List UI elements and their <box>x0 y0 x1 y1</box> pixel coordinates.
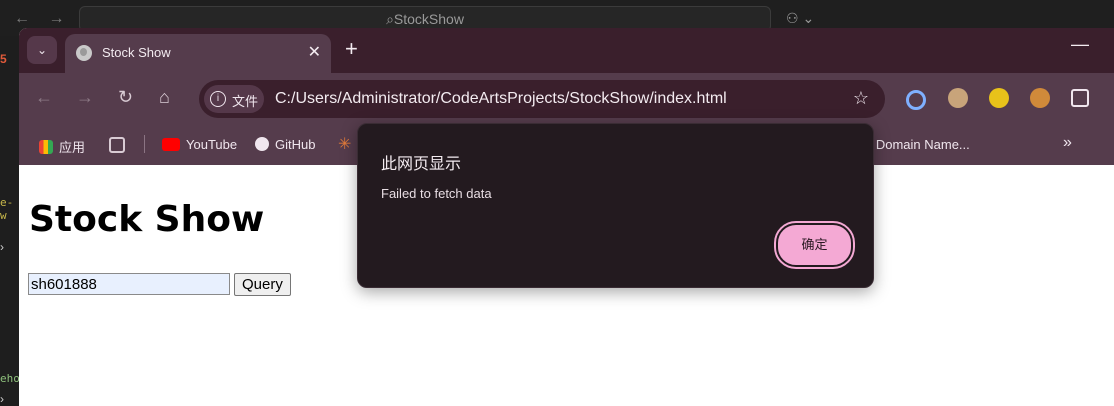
url-text[interactable]: C:/Users/Administrator/CodeArtsProjects/… <box>275 90 727 108</box>
globe-icon <box>76 45 92 61</box>
bookmark-youtube[interactable]: YouTube <box>162 137 237 152</box>
os-nav-buttons: ← → <box>14 10 78 28</box>
site-info-chip[interactable]: i 文件 <box>204 85 264 113</box>
dialog-title: 此网页显示 <box>381 156 462 173</box>
extensions-puzzle-icon[interactable] <box>1071 89 1089 107</box>
apps-grid-icon <box>39 140 53 154</box>
os-back-icon[interactable]: ← <box>14 10 30 27</box>
back-icon[interactable]: ← <box>35 87 53 108</box>
code-fragment: eho <box>0 372 19 385</box>
ok-button[interactable]: 确定 <box>774 221 855 269</box>
home-icon[interactable]: ⌂ <box>159 87 170 108</box>
tab-strip: ⌄ Stock Show ✕ + — <box>19 28 1114 73</box>
stock-code-input[interactable] <box>28 273 230 295</box>
address-bar[interactable]: i 文件 C:/Users/Administrator/CodeArtsProj… <box>199 80 885 118</box>
extension-cat-icon[interactable] <box>989 88 1009 108</box>
forward-icon[interactable]: → <box>76 87 94 108</box>
dialog-message: Failed to fetch data <box>381 186 492 201</box>
bookmark-github[interactable]: GitHub <box>255 137 315 152</box>
new-tab-button[interactable]: + <box>345 36 358 62</box>
browser-toolbar: ← → ↻ ⌂ i 文件 C:/Users/Administrator/Code… <box>19 73 1114 125</box>
grid-icon <box>109 137 125 153</box>
sparkle-icon[interactable]: ✳ <box>338 134 351 154</box>
bookmark-label: 应用 <box>59 140 86 155</box>
github-icon <box>255 137 269 151</box>
tab-title: Stock Show <box>102 45 171 60</box>
minimize-button[interactable]: — <box>1071 34 1089 55</box>
bookmark-label: GitHub <box>275 137 316 152</box>
copilot-icon[interactable]: ⚇ ⌄ <box>786 10 814 27</box>
close-icon[interactable]: ✕ <box>308 42 321 62</box>
tab-stock-show[interactable]: Stock Show ✕ <box>65 34 331 73</box>
chevron-right-icon[interactable]: › <box>0 392 4 406</box>
query-button[interactable]: Query <box>234 273 291 296</box>
bookmark-apps[interactable]: 应用 <box>39 137 85 156</box>
tab-groups-icon[interactable] <box>109 137 131 154</box>
chevron-right-icon[interactable]: › <box>0 240 4 254</box>
page-title: Stock Show <box>29 199 265 240</box>
youtube-icon <box>162 138 180 151</box>
editor-edge: 5 e-w › eho › <box>0 36 19 406</box>
reload-icon[interactable]: ↻ <box>118 87 133 108</box>
bookmark-domain-name[interactable]: o Domain Name... <box>865 137 970 152</box>
extension-cookie-icon[interactable] <box>1030 88 1050 108</box>
code-fragment: e-w <box>0 196 14 222</box>
tab-search-button[interactable]: ⌄ <box>27 36 57 64</box>
bookmark-star-icon[interactable]: ☆ <box>853 88 869 109</box>
site-info-label: 文件 <box>232 94 259 109</box>
more-bookmarks-icon[interactable]: » <box>1063 134 1072 152</box>
bookmark-label: YouTube <box>186 137 238 152</box>
bookmarks-divider <box>144 135 145 153</box>
extension-face-icon[interactable] <box>948 88 968 108</box>
html-file-icon: 5 <box>0 52 7 66</box>
os-forward-icon[interactable]: → <box>48 10 64 27</box>
alert-dialog: 此网页显示 Failed to fetch data 确定 <box>357 123 874 288</box>
extension-ring-icon[interactable] <box>906 90 926 110</box>
info-icon: i <box>210 91 226 107</box>
